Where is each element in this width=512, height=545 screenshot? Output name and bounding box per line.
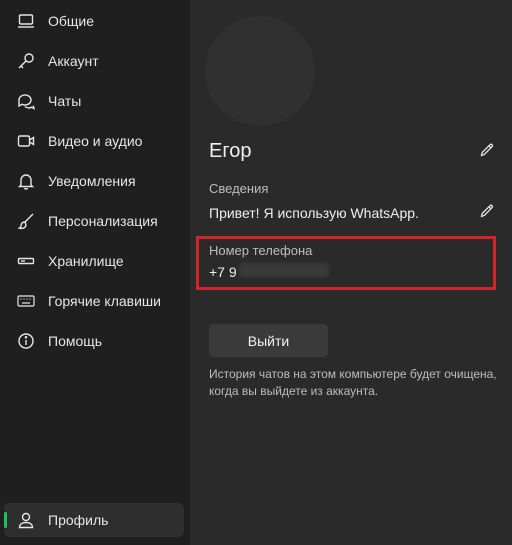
storage-icon — [16, 251, 36, 271]
sidebar-item-label: Помощь — [48, 333, 103, 349]
active-indicator — [4, 512, 7, 528]
sidebar-item-shortcuts[interactable]: Горячие клавиши — [4, 284, 184, 318]
logout-note: История чатов на этом компьютере будет о… — [209, 367, 497, 398]
edit-name-icon[interactable] — [479, 142, 495, 158]
edit-about-icon[interactable] — [479, 203, 495, 219]
person-icon — [16, 510, 36, 530]
sidebar-item-profile[interactable]: Профиль — [4, 503, 184, 537]
profile-name: Егор — [209, 140, 252, 162]
sidebar-item-label: Уведомления — [48, 173, 136, 189]
key-icon — [16, 51, 36, 71]
sidebar-item-label: Общие — [48, 13, 95, 29]
sidebar-item-label: Видео и аудио — [48, 133, 143, 149]
sidebar-item-label: Аккаунт — [48, 53, 99, 69]
sidebar-item-video-audio[interactable]: Видео и аудио — [4, 124, 184, 158]
logout-button[interactable]: Выйти — [209, 324, 328, 357]
sidebar-item-label: Горячие клавиши — [48, 293, 161, 309]
brush-icon — [16, 211, 36, 231]
sidebar-item-storage[interactable]: Хранилище — [4, 244, 184, 278]
sidebar-item-help[interactable]: Помощь — [4, 324, 184, 358]
info-icon — [16, 331, 36, 351]
phone-highlight-box — [196, 236, 496, 290]
sidebar-item-label: Хранилище — [48, 253, 124, 269]
sidebar-item-label: Персонализация — [48, 213, 158, 229]
sidebar-item-notifications[interactable]: Уведомления — [4, 164, 184, 198]
sidebar-item-account[interactable]: Аккаунт — [4, 44, 184, 78]
settings-sidebar: Общие Аккаунт Чаты Видео и аудио Уведомл… — [0, 0, 191, 545]
sidebar-item-label: Чаты — [48, 93, 82, 109]
sidebar-item-general[interactable]: Общие — [4, 4, 184, 38]
profile-panel: Егор Сведения Привет! Я использую WhatsA… — [191, 0, 512, 545]
laptop-icon — [16, 11, 36, 31]
about-value: Привет! Я использую WhatsApp. — [209, 205, 419, 221]
video-icon — [16, 131, 36, 151]
about-label: Сведения — [209, 181, 269, 196]
keyboard-icon — [16, 291, 36, 311]
chat-icon — [16, 91, 36, 111]
sidebar-item-label: Профиль — [48, 512, 109, 528]
sidebar-item-personalization[interactable]: Персонализация — [4, 204, 184, 238]
sidebar-item-chats[interactable]: Чаты — [4, 84, 184, 118]
avatar[interactable] — [205, 16, 315, 126]
bell-icon — [16, 171, 36, 191]
